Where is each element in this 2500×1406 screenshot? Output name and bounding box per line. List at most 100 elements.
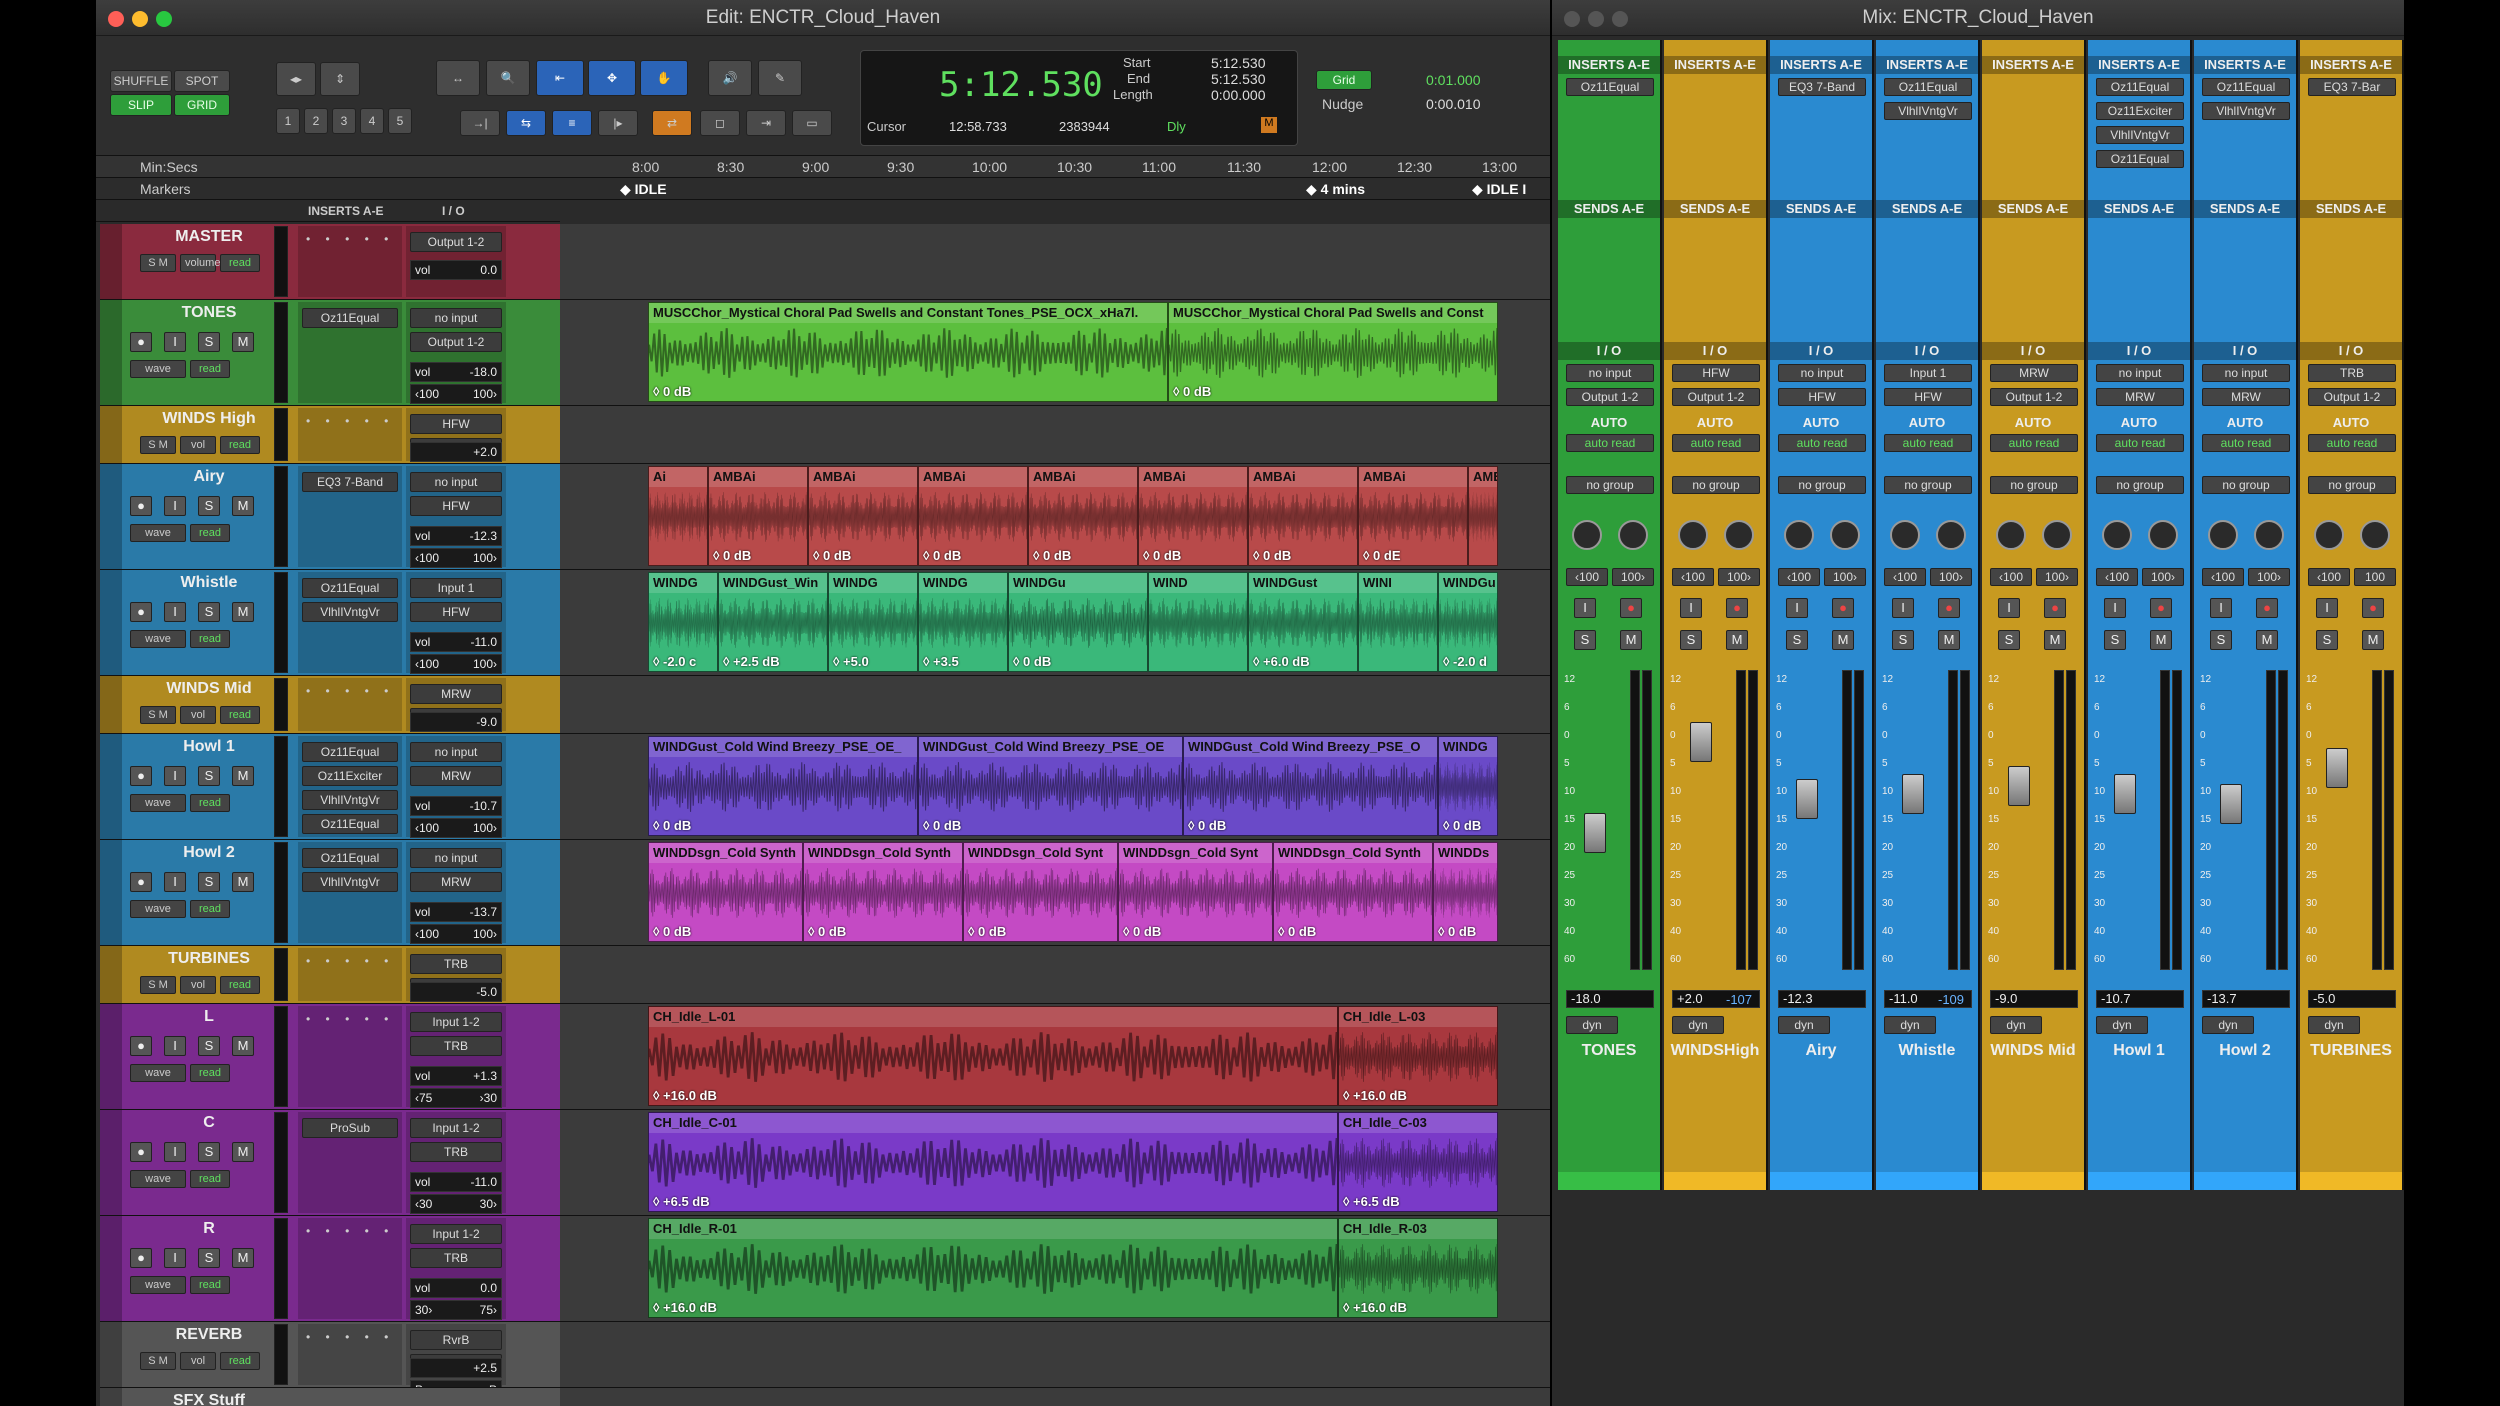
zoomer-tool-icon[interactable]: 🔍	[486, 60, 530, 96]
automation-mode[interactable]: read	[190, 900, 230, 918]
pan-left-value[interactable]: ‹100	[1778, 568, 1820, 586]
nudge-value[interactable]: 0:00.010	[1426, 96, 1481, 112]
input-monitor-button[interactable]: I	[2104, 598, 2126, 618]
track-name[interactable]: L	[124, 1008, 294, 1030]
spot-mode-button[interactable]: SPOT	[174, 70, 230, 92]
pan-knob-right[interactable]	[1936, 520, 1966, 550]
pan-right-value[interactable]: 100›	[1612, 568, 1654, 586]
pan-knob-right[interactable]	[2254, 520, 2284, 550]
volume-value[interactable]: -5.0	[2308, 990, 2396, 1008]
track-name[interactable]: Whistle	[124, 574, 294, 596]
pan-right-value[interactable]: 100›	[1718, 568, 1760, 586]
zoom-preset-4[interactable]: 4	[360, 108, 384, 134]
pan-readout[interactable]: ‹100 100›	[410, 384, 502, 404]
insert-slot[interactable]: Oz11Equal	[2202, 78, 2290, 96]
io-selector[interactable]: Output 1-2	[2308, 388, 2396, 406]
volume-fader[interactable]	[1690, 722, 1712, 762]
pan-knob-right[interactable]	[2360, 520, 2390, 550]
track-name[interactable]: WINDS High	[124, 410, 294, 432]
track-lane[interactable]: WINDDsgn_Cold Synth ◊ 0 dB WINDDsgn_Cold S…	[560, 840, 1550, 946]
view-selector[interactable]: vol	[180, 976, 216, 994]
track-reverb[interactable]: REVERB• • • • •RvrBOtp12+2.5PPS Mvolread	[100, 1322, 560, 1388]
insert-slot[interactable]: Oz11Exciter	[2096, 102, 2184, 120]
audio-clip[interactable]: WINDGu ◊ 0 dB	[1008, 572, 1148, 672]
link-track-selection-icon[interactable]: ≡	[552, 110, 592, 136]
record-enable-button[interactable]: ●	[2044, 598, 2066, 618]
mute-button[interactable]: M	[2150, 630, 2172, 650]
audio-clip[interactable]: WINDDsgn_Cold Synth ◊ 0 dB	[803, 842, 963, 942]
track-select-strip[interactable]	[100, 464, 122, 569]
automation-mode[interactable]: auto read	[1672, 434, 1760, 452]
io-selector[interactable]: Output 1-2	[1672, 388, 1760, 406]
io-selector[interactable]: no input	[2096, 364, 2184, 382]
track-howl-1[interactable]: Howl 1 Oz11Equal Oz11Exciter VlhlIVntgVr Oz1…	[100, 734, 560, 840]
strip-name[interactable]: Airy	[1770, 1042, 1872, 1060]
marker-1[interactable]: ◆ 4 mins	[1306, 181, 1365, 198]
volume-readout[interactable]: vol -13.7	[410, 902, 502, 922]
automation-mode[interactable]: read	[220, 254, 260, 272]
input-button[interactable]: I	[164, 332, 186, 352]
edit-lock-icon[interactable]: ⇥	[746, 110, 786, 136]
audio-clip[interactable]: AMBAi ◊ 0 dB	[918, 466, 1028, 566]
audio-clip[interactable]: MUSCChor_Mystical Choral Pad Swells and …	[648, 302, 1168, 402]
volume-fader[interactable]	[2114, 774, 2136, 814]
io-selector[interactable]: HFW	[1884, 388, 1972, 406]
insert-slot[interactable]: Oz11Equal	[302, 742, 398, 762]
track-airy[interactable]: Airy EQ3 7-Band no input HFW vol -12.3 ‹100 100…	[100, 464, 560, 570]
solo-button[interactable]: S	[198, 1036, 220, 1056]
mute-button[interactable]: M	[232, 602, 254, 622]
insert-slot[interactable]: VlhlIVntgVr	[302, 790, 398, 810]
volume-readout[interactable]: vol -18.0	[410, 362, 502, 382]
mute-button[interactable]: M	[2044, 630, 2066, 650]
zoom-preset-3[interactable]: 3	[332, 108, 356, 134]
io-selector[interactable]: no input	[410, 472, 502, 492]
dyn-button[interactable]: dyn	[1990, 1016, 2042, 1034]
track-name[interactable]: C	[124, 1114, 294, 1136]
view-selector[interactable]: vol	[180, 436, 216, 454]
pencil-tool-icon[interactable]: ✎	[758, 60, 802, 96]
record-enable-button[interactable]: ●	[1726, 598, 1748, 618]
io-selector[interactable]: MRW	[2096, 388, 2184, 406]
io-selector[interactable]: no input	[1566, 364, 1654, 382]
group-selector[interactable]: no group	[1778, 476, 1866, 494]
io-selector[interactable]: Output 1-2	[410, 332, 502, 352]
pan-right-value[interactable]: 100›	[1824, 568, 1866, 586]
view-selector[interactable]: wave	[130, 630, 186, 648]
track-lane[interactable]	[560, 676, 1550, 734]
track-r[interactable]: R • • • • • Input 1-2 TRB vol 0.0 30› 75› ● I S Mwa…	[100, 1216, 560, 1322]
track-select-strip[interactable]	[100, 406, 122, 463]
solo-mute-buttons[interactable]: S M	[140, 1352, 176, 1370]
dyn-button[interactable]: dyn	[2308, 1016, 2360, 1034]
track-name[interactable]: Howl 1	[124, 738, 294, 760]
mirror-edit-icon[interactable]: ⇄	[652, 110, 692, 136]
automation-mode[interactable]: read	[190, 1276, 230, 1294]
insert-slot[interactable]: VlhlIVntgVr	[302, 872, 398, 892]
track-name[interactable]: TURBINES	[124, 950, 294, 972]
track-lane[interactable]: WINDG ◊ -2.0 c WINDGust_Win ◊ +2.5 dB WINDG ◊…	[560, 570, 1550, 676]
pan-right-value[interactable]: 100›	[1930, 568, 1972, 586]
dyn-button[interactable]: dyn	[2096, 1016, 2148, 1034]
main-counter[interactable]: 5:12.530 Start 5:12.530 End 5:12.530 Len…	[860, 50, 1298, 146]
automation-mode[interactable]: read	[220, 436, 260, 454]
automation-mode[interactable]: read	[190, 630, 230, 648]
track-name[interactable]: WINDS Mid	[124, 680, 294, 702]
io-selector[interactable]: Output 1-2	[1566, 388, 1654, 406]
track-winds-mid[interactable]: WINDS Mid • • • • • MRWOtp12-9.0PP S Mvolre…	[100, 676, 560, 734]
pan-knob-left[interactable]	[1996, 520, 2026, 550]
input-button[interactable]: I	[164, 766, 186, 786]
track-select-strip[interactable]	[100, 300, 122, 405]
track-lane[interactable]	[560, 1322, 1550, 1388]
audio-clip[interactable]: WINDGust_Win ◊ +2.5 dB	[718, 572, 828, 672]
track-lane[interactable]: WINDGust_Cold Wind Breezy_PSE_OE_ ◊ 0 dB W…	[560, 734, 1550, 840]
pan-left-value[interactable]: ‹100	[2308, 568, 2350, 586]
pan-left-value[interactable]: ‹100	[1990, 568, 2032, 586]
grid-mode-button[interactable]: GRID	[174, 94, 230, 116]
track-name[interactable]: Howl 2	[124, 844, 294, 866]
rec-button[interactable]: ●	[130, 496, 152, 516]
volume-value[interactable]: -13.7	[2202, 990, 2290, 1008]
io-selector[interactable]: Input 1-2	[410, 1118, 502, 1138]
pan-knob-left[interactable]	[1572, 520, 1602, 550]
dyn-button[interactable]: dyn	[1884, 1016, 1936, 1034]
grid-toggle-button[interactable]: Grid	[1316, 70, 1372, 90]
view-selector[interactable]: vol	[180, 1352, 216, 1370]
